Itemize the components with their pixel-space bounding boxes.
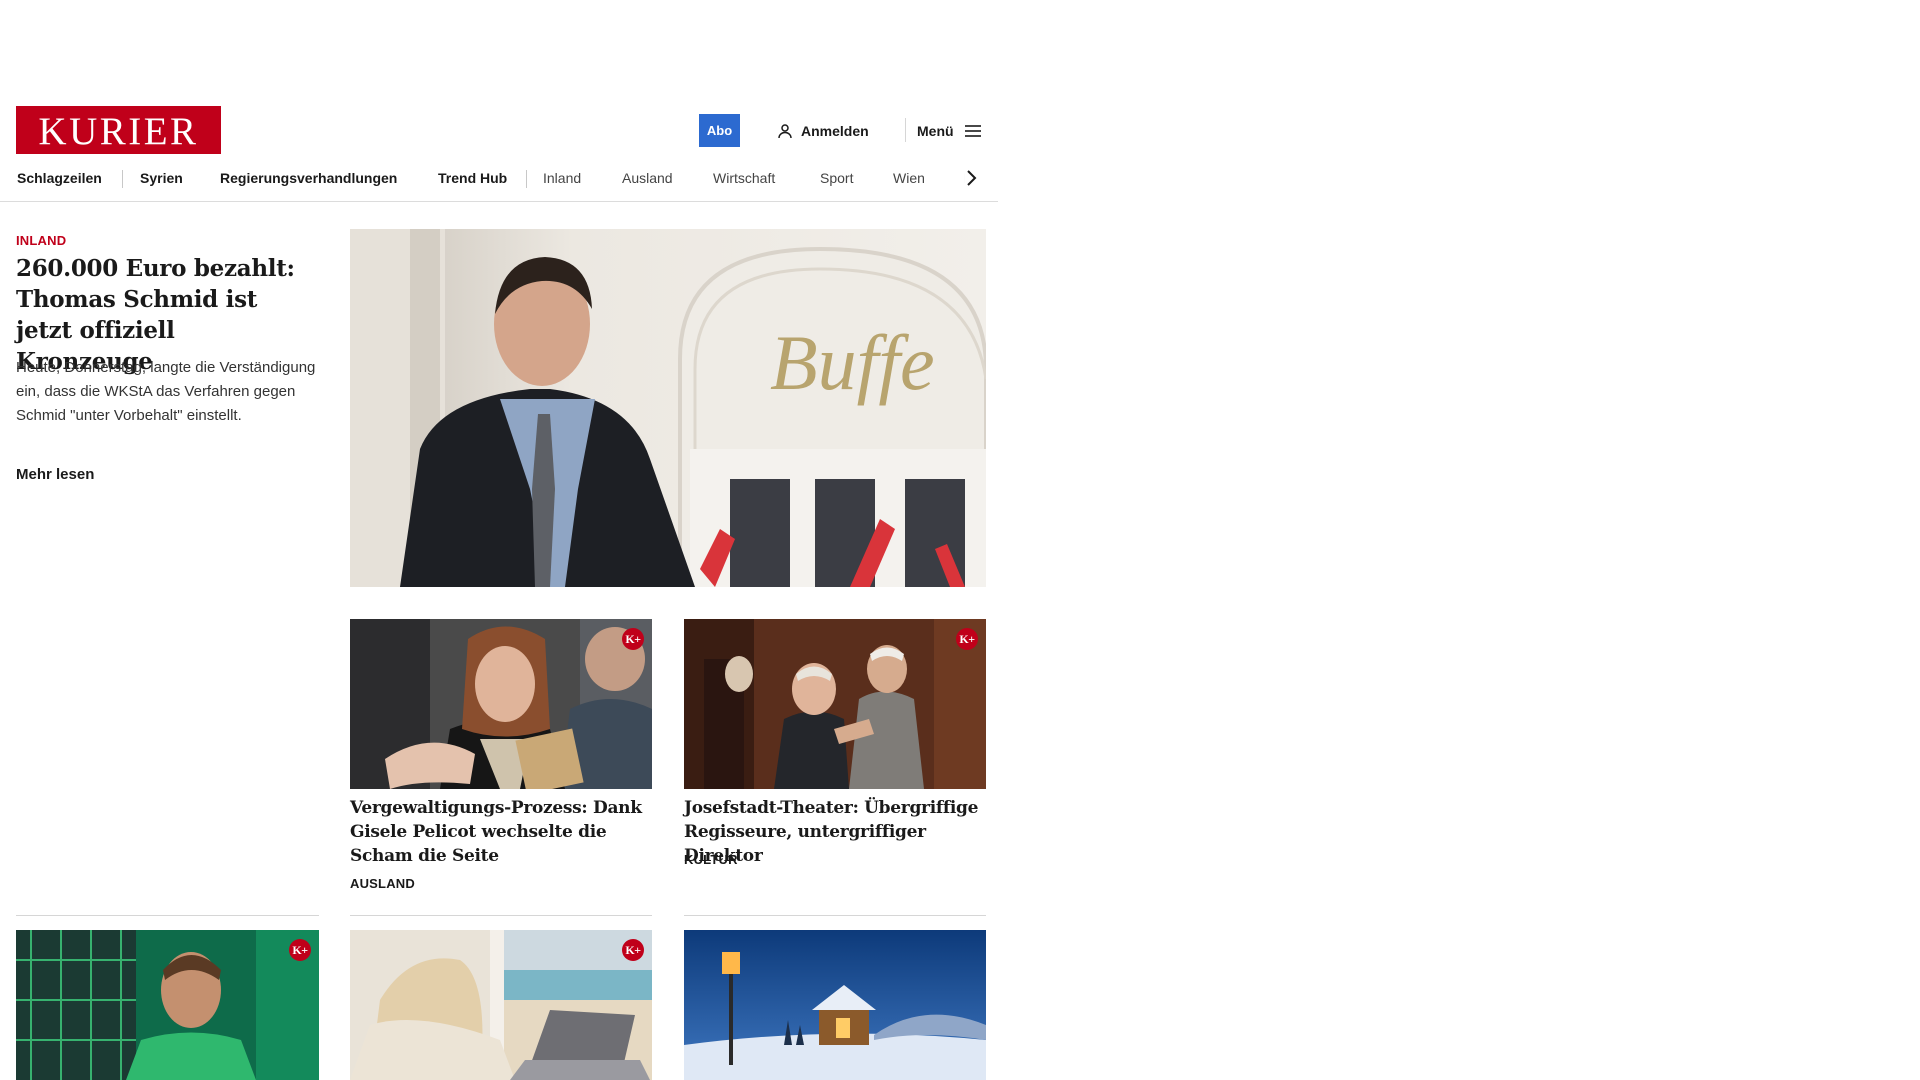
article-card-image[interactable]: K+ bbox=[350, 619, 652, 789]
article-title[interactable]: Vergewaltigungs-Prozess: Dank Gisele Pel… bbox=[350, 796, 660, 868]
header-divider bbox=[905, 118, 906, 142]
article-section-tag[interactable]: KULTUR bbox=[684, 852, 738, 867]
premium-badge-text: K+ bbox=[625, 942, 641, 957]
nav-item-inland[interactable]: Inland bbox=[543, 162, 581, 194]
goalkeeper-photo bbox=[16, 930, 319, 1080]
nav-item-syrien[interactable]: Syrien bbox=[140, 162, 183, 194]
abo-button[interactable]: Abo bbox=[699, 114, 740, 147]
lead-kicker[interactable]: INLAND bbox=[16, 233, 66, 248]
lead-photo: Buffe bbox=[350, 229, 986, 587]
menu-label: Menü bbox=[917, 122, 954, 139]
category-nav: Schlagzeilen Syrien Regierungsverhandlun… bbox=[0, 162, 998, 202]
nav-item-ausland[interactable]: Ausland bbox=[622, 162, 673, 194]
premium-badge-text: K+ bbox=[292, 942, 308, 957]
chevron-right-icon[interactable] bbox=[965, 167, 979, 189]
login-button[interactable]: Anmelden bbox=[777, 114, 869, 147]
lead-teaser: Heute, Donnerstag, langte die Verständig… bbox=[16, 359, 316, 424]
nav-item-regierungsverhandlungen[interactable]: Regierungsverhandlungen bbox=[220, 162, 397, 194]
hamburger-icon bbox=[964, 124, 981, 137]
lead-image-sign: Buffe bbox=[770, 319, 935, 406]
article-card-image[interactable]: K+ bbox=[16, 930, 319, 1080]
nav-divider bbox=[122, 170, 123, 188]
premium-badge: K+ bbox=[956, 628, 978, 650]
article-card-image[interactable]: K+ bbox=[350, 930, 652, 1080]
kurier-logo[interactable]: KURIER bbox=[16, 106, 221, 154]
read-more-link[interactable]: Mehr lesen bbox=[16, 466, 94, 483]
menu-button[interactable]: Menü bbox=[917, 114, 982, 147]
site-header: KURIER Abo Anmelden Menü Schlagzeilen Sy… bbox=[0, 0, 998, 203]
user-icon bbox=[778, 123, 792, 138]
nav-item-wien[interactable]: Wien bbox=[893, 162, 925, 194]
section-divider bbox=[350, 915, 652, 916]
nav-item-trend-hub[interactable]: Trend Hub bbox=[438, 162, 507, 194]
lead-image[interactable]: Buffe bbox=[350, 229, 986, 587]
premium-badge: K+ bbox=[622, 939, 644, 961]
article-card-image[interactable] bbox=[684, 930, 986, 1080]
article-card-image[interactable]: K+ bbox=[684, 619, 986, 789]
logo-text: KURIER bbox=[38, 110, 199, 153]
nav-item-schlagzeilen[interactable]: Schlagzeilen bbox=[17, 162, 102, 194]
theater-photo bbox=[684, 619, 986, 789]
nav-item-sport[interactable]: Sport bbox=[820, 162, 853, 194]
premium-badge: K+ bbox=[289, 939, 311, 961]
article-section-tag[interactable]: AUSLAND bbox=[350, 876, 415, 891]
nav-item-wirtschaft[interactable]: Wirtschaft bbox=[713, 162, 775, 194]
premium-badge-text: K+ bbox=[959, 631, 975, 646]
section-divider bbox=[684, 915, 986, 916]
winter-chapel-photo bbox=[684, 930, 986, 1080]
pelicot-photo bbox=[350, 619, 652, 789]
nav-divider bbox=[526, 170, 527, 188]
premium-badge-text: K+ bbox=[625, 631, 641, 646]
section-divider bbox=[16, 915, 319, 916]
login-label: Anmelden bbox=[801, 122, 869, 139]
laptop-beach-photo bbox=[350, 930, 652, 1080]
premium-badge: K+ bbox=[622, 628, 644, 650]
